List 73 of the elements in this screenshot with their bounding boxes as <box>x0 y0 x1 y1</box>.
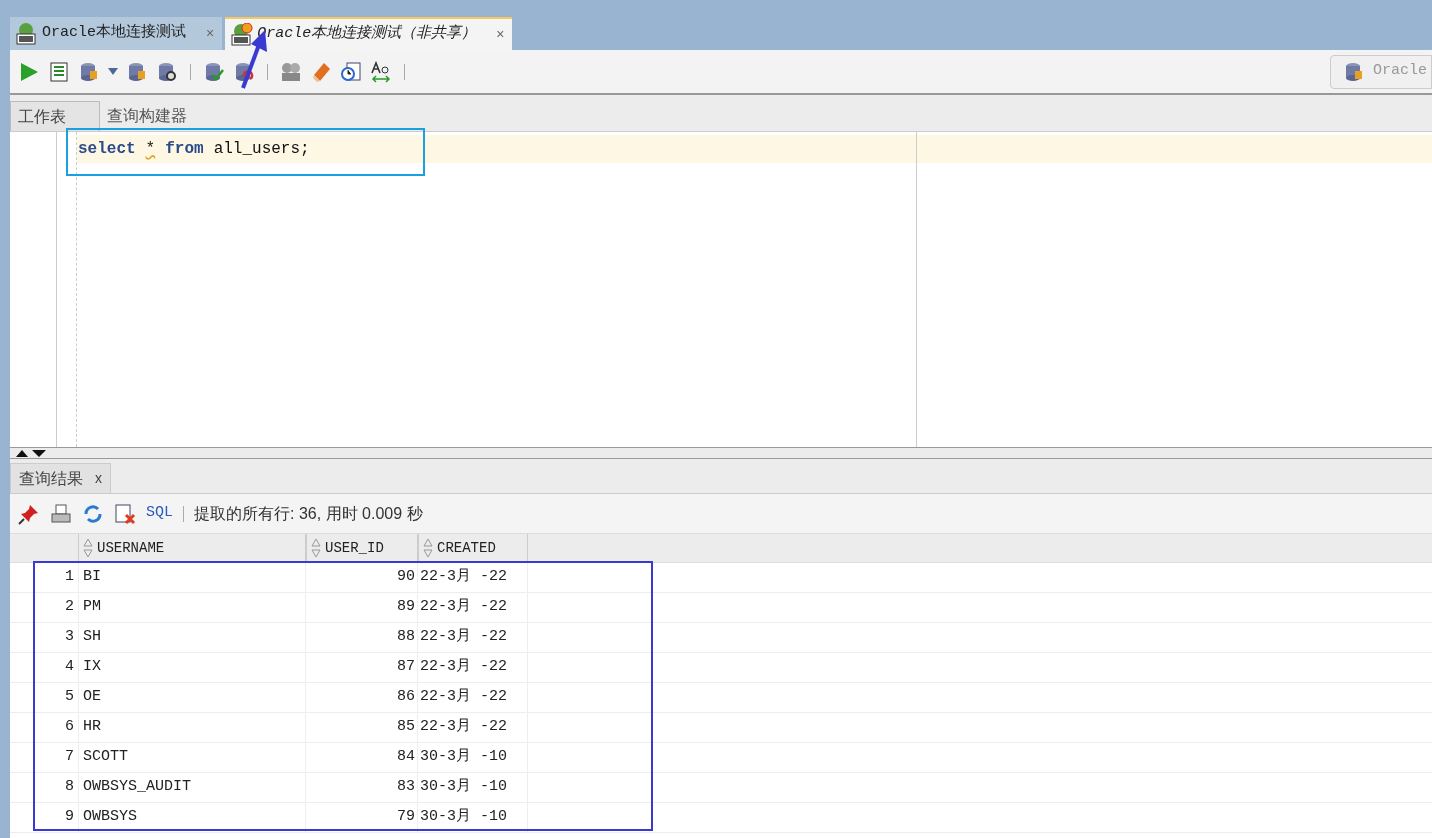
table-cell: SH <box>78 623 306 652</box>
row-number: 1 <box>64 567 75 588</box>
table-cell: 22-3月 -22 <box>418 593 528 622</box>
editor-tab[interactable]: 查询构建器 <box>100 101 194 131</box>
fetch-status: 提取的所有行: 36, 用时 0.009 秒 <box>194 503 423 524</box>
pin-icon[interactable] <box>18 502 40 525</box>
table-cell: 30-3月 -10 <box>418 743 528 772</box>
table-cell: 88 <box>306 623 418 652</box>
run-icon[interactable] <box>18 60 40 83</box>
script-icon[interactable] <box>48 60 70 83</box>
table-cell: 79 <box>306 803 418 832</box>
rollback-icon[interactable] <box>233 60 255 83</box>
table-cell: HR <box>78 713 306 742</box>
column-header[interactable]: USERNAME <box>78 534 306 562</box>
database-icon[interactable] <box>78 60 100 83</box>
table-cell: BI <box>78 563 306 592</box>
table-cell: 22-3月 -22 <box>418 563 528 592</box>
table-cell: 90 <box>306 563 418 592</box>
eraser-icon[interactable] <box>310 60 332 83</box>
row-number: 4 <box>64 657 75 678</box>
results-tab[interactable]: 查询结果 x <box>10 463 111 493</box>
table-cell: 86 <box>306 683 418 712</box>
sql-link[interactable]: SQL <box>146 502 173 525</box>
row-number: 9 <box>64 807 75 828</box>
row-number: 2 <box>64 597 75 618</box>
splitter-arrows-icon[interactable] <box>14 449 48 457</box>
sql-star-icon <box>229 22 254 47</box>
table-cell: 22-3月 -22 <box>418 713 528 742</box>
column-header[interactable]: CREATED <box>418 534 528 562</box>
table-cell: OE <box>78 683 306 712</box>
tab-label: Oracle本地连接测试 <box>42 22 186 44</box>
caret-icon[interactable] <box>108 67 118 76</box>
table-cell: 30-3月 -10 <box>418 803 528 832</box>
row-number: 3 <box>64 627 75 648</box>
database-icon[interactable] <box>1343 60 1365 83</box>
sort-icon <box>311 538 321 558</box>
close-button[interactable]: x <box>95 468 102 489</box>
table-cell: OWBSYS <box>78 803 306 832</box>
table-cell: 22-3月 -22 <box>418 623 528 652</box>
table-cell: PM <box>78 593 306 622</box>
delete-document-icon[interactable] <box>114 502 136 525</box>
people-icon[interactable] <box>280 60 302 83</box>
printer-icon[interactable] <box>50 502 72 525</box>
table-cell: 84 <box>306 743 418 772</box>
row-number: 8 <box>64 777 75 798</box>
sort-icon <box>423 538 433 558</box>
close-button[interactable]: × <box>496 24 505 45</box>
font-case-icon[interactable] <box>370 60 392 83</box>
editor-tab[interactable]: 工作表 <box>10 101 100 131</box>
sort-icon <box>83 538 93 558</box>
sql-icon <box>14 21 38 46</box>
table-cell: SCOTT <box>78 743 306 772</box>
table-cell: 85 <box>306 713 418 742</box>
table-cell: OWBSYS_AUDIT <box>78 773 306 802</box>
clock-icon[interactable] <box>340 60 362 83</box>
document-tab[interactable]: Oracle本地连接测试 × <box>10 17 223 50</box>
database-icon[interactable] <box>126 60 148 83</box>
table-cell: 22-3月 -22 <box>418 653 528 682</box>
row-number: 5 <box>64 687 75 708</box>
table-cell: 89 <box>306 593 418 622</box>
table-cell: 30-3月 -10 <box>418 773 528 802</box>
row-number: 6 <box>64 717 75 738</box>
database-search-icon[interactable] <box>156 60 178 83</box>
code-line: select * from all_users; <box>78 139 310 160</box>
tab-label: 查询结果 <box>19 468 83 489</box>
refresh-icon[interactable] <box>82 502 104 525</box>
table-cell: 22-3月 -22 <box>418 683 528 712</box>
row-number: 7 <box>64 747 75 768</box>
table-cell: 87 <box>306 653 418 682</box>
table-cell: IX <box>78 653 306 682</box>
table-cell: 83 <box>306 773 418 802</box>
commit-icon[interactable] <box>203 60 225 83</box>
column-header[interactable]: USER_ID <box>306 534 418 562</box>
